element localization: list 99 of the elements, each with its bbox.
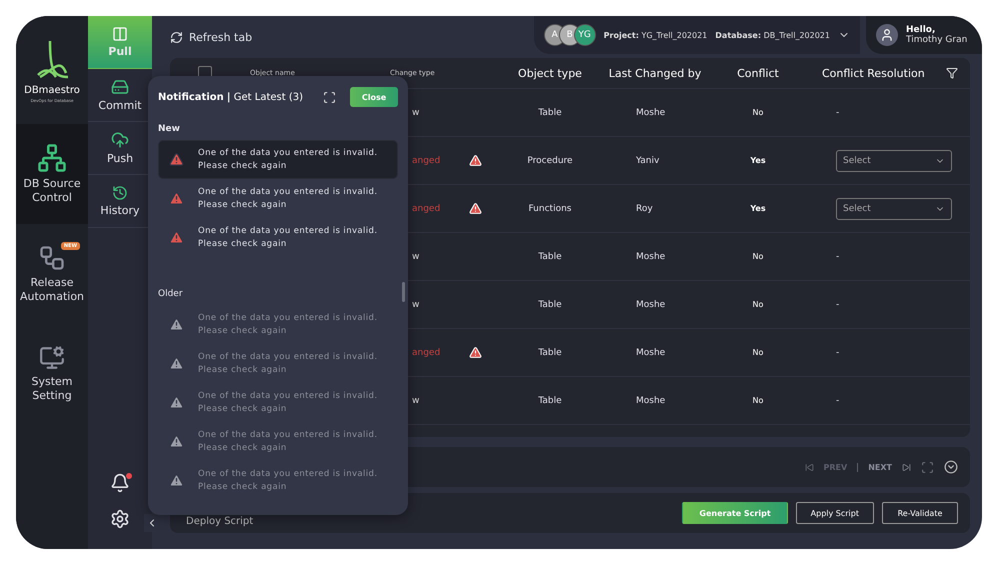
avatar: YG	[574, 24, 596, 46]
resolution-select[interactable]: Select	[836, 150, 952, 172]
change-type-cell-text: w	[411, 108, 420, 118]
changed-by-cell-text: Moshe	[635, 300, 666, 310]
subnav-label: Push	[106, 152, 134, 165]
warning-icon	[169, 191, 184, 206]
subnav-label: Commit	[98, 99, 142, 112]
cloud-upload-icon	[111, 131, 129, 149]
nav-label: DB Source Control	[22, 177, 82, 205]
notification-text: One of the data you entered is invalid. Please check again	[198, 186, 378, 212]
notification-text: One of the data you entered is invalid. Please check again	[198, 224, 378, 250]
change-type-cell-text: w	[411, 396, 420, 406]
monitor-gear-icon	[39, 345, 65, 372]
workflow-icon	[38, 244, 66, 272]
column-header: Object type	[518, 66, 582, 80]
warning-icon	[468, 154, 482, 167]
settings-icon[interactable]	[110, 509, 130, 529]
resolution-cell-text: -	[835, 300, 840, 310]
notification-text: One of the data you entered is invalid. Please check again	[198, 468, 378, 494]
column-header: Conflict Resolution	[822, 66, 925, 80]
action-button[interactable]: Re-Validate	[882, 502, 958, 524]
warning-icon	[169, 473, 184, 488]
object-type-cell: Functions	[528, 204, 572, 214]
changed-by-cell-text: Moshe	[635, 108, 666, 118]
object-type-cell: Table	[538, 108, 562, 118]
scrollbar-thumb[interactable]	[402, 282, 405, 302]
object-type-cell: Table	[538, 252, 562, 262]
notification-text: One of the data you entered is invalid. Please check again	[198, 390, 378, 416]
resolution-cell-text: -	[835, 348, 840, 358]
nav-label: System Setting	[30, 375, 74, 403]
user-menu[interactable]: Hello, Timothy Gran	[866, 16, 982, 54]
change-type-cell-text: anged	[411, 204, 440, 214]
nav-item[interactable]: DB Source Control	[16, 124, 88, 224]
warning-icon	[169, 356, 184, 371]
changed-by-cell-text: Yaniv	[635, 156, 660, 166]
conflict-cell: No	[752, 300, 764, 309]
subnav-label: History	[100, 204, 140, 217]
warning-icon	[468, 202, 482, 215]
resolution-cell-text: -	[835, 396, 840, 406]
conflict-cell: Yes	[750, 204, 766, 213]
last-page-icon[interactable]	[902, 462, 911, 472]
conflict-cell: No	[752, 348, 764, 357]
user-name: Timothy Gran	[906, 35, 968, 45]
warning-icon	[169, 434, 184, 449]
notification-text: One of the data you entered is invalid. Please check again	[198, 428, 378, 454]
resolution-cell-text: -	[835, 108, 840, 118]
notification-text: One of the data you entered is invalid. Please check again	[198, 146, 378, 172]
changed-by-cell-text: Moshe	[635, 348, 666, 358]
subnav-label: Pull	[108, 45, 132, 58]
notification-item[interactable]: One of the data you entered is invalid. Please check again	[158, 140, 398, 179]
object-type-cell: Procedure	[527, 156, 573, 166]
warning-icon	[468, 346, 482, 359]
history-icon	[112, 185, 128, 201]
filter-icon[interactable]	[946, 67, 958, 79]
refresh-icon	[170, 30, 183, 44]
action-button[interactable]: Apply Script	[796, 502, 874, 524]
refresh-tab-button[interactable]: Refresh tab	[170, 30, 252, 44]
project-info: Project: YG_Trell_202021	[604, 30, 708, 40]
notification-text: One of the data you entered is invalid. Please check again	[198, 312, 378, 338]
change-type-cell-text: w	[411, 300, 420, 310]
warning-icon	[169, 152, 184, 167]
object-type-cell: Table	[538, 348, 562, 358]
chevron-circle-icon[interactable]	[944, 460, 958, 474]
conflict-cell: No	[752, 108, 764, 117]
panel-title: Notification | Get Latest (3)	[158, 92, 304, 102]
change-type-cell-text: anged	[411, 348, 440, 358]
conflict-cell: No	[752, 396, 764, 405]
next-link[interactable]: NEXT	[868, 462, 892, 472]
nav-label: Release Automation	[18, 276, 86, 304]
bell-icon[interactable]	[110, 473, 130, 493]
logo-name: DBmaestro	[24, 85, 80, 96]
conflict-cell: No	[752, 252, 764, 261]
column-header: Conflict	[737, 66, 779, 80]
section-title: New	[158, 123, 181, 136]
deploy-label: Deploy Script	[186, 516, 254, 526]
change-type-cell-text: w	[411, 252, 420, 262]
nav-item[interactable]: System Setting	[16, 324, 88, 424]
user-icon	[876, 24, 898, 46]
object-type-cell: Table	[538, 396, 562, 406]
database-network-icon	[37, 143, 67, 174]
server-icon	[111, 78, 129, 96]
greeting: Hello,	[906, 25, 936, 35]
changed-by-cell-text: Moshe	[635, 396, 666, 406]
changed-by-cell-text: Roy	[635, 204, 653, 214]
database-info: Database: DB_Trell_202021	[715, 30, 830, 40]
warning-icon	[169, 230, 184, 245]
object-type-cell: Table	[538, 300, 562, 310]
resolution-select[interactable]: Select	[836, 198, 952, 220]
changed-by-cell-text: Moshe	[635, 252, 666, 262]
column-header: Last Changed by	[608, 66, 702, 80]
resolution-cell-text: -	[835, 252, 840, 262]
expand-icon[interactable]	[323, 90, 336, 104]
section-title: Older	[158, 288, 184, 301]
warning-icon	[169, 317, 184, 332]
first-page-icon[interactable]	[804, 462, 814, 472]
warning-icon	[169, 395, 184, 410]
change-type-cell-text: anged	[411, 156, 440, 166]
conflict-cell: Yes	[750, 156, 766, 165]
notification-text: One of the data you entered is invalid. Please check again	[198, 350, 378, 376]
